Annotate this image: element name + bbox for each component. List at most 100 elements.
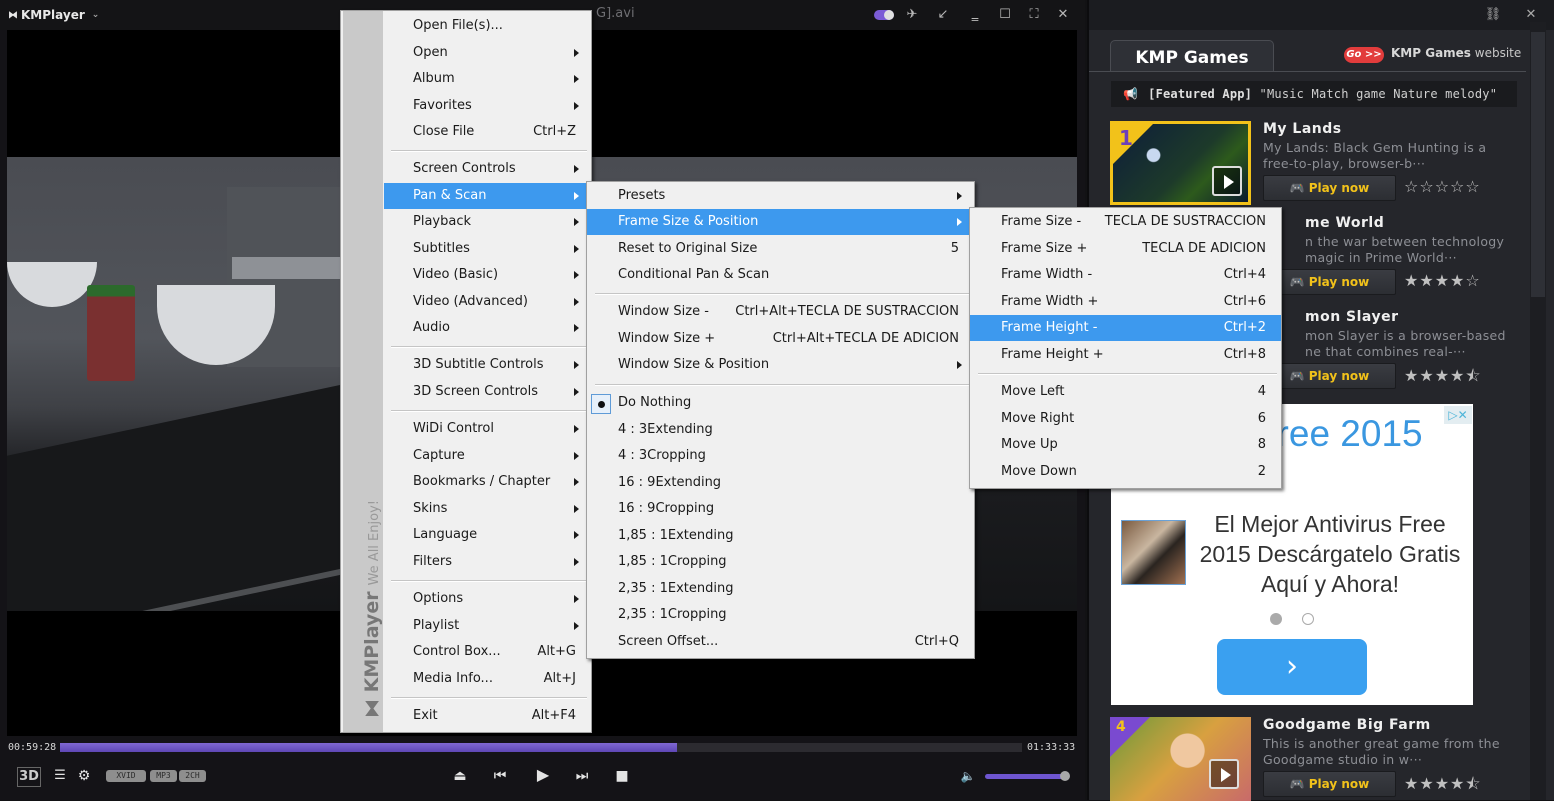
menu-item-widi-control[interactable]: WiDi Control — [341, 416, 591, 442]
menu-item-frame-height[interactable]: Frame Height - Ctrl+2 — [970, 315, 1281, 341]
star-rating: ★★★★☆ — [1404, 271, 1481, 290]
volume-knob[interactable] — [1060, 771, 1070, 781]
menu-item-presets[interactable]: Presets — [587, 183, 974, 209]
play-now-button[interactable]: 🎮 Play now — [1263, 269, 1396, 295]
games-website-link[interactable]: KMP Games website — [1391, 46, 1521, 60]
panel-scrollbar[interactable] — [1530, 22, 1546, 800]
menu-item-open-file-s[interactable]: Open File(s)... — [341, 13, 591, 39]
play-now-button[interactable]: 🎮 Play now — [1263, 175, 1396, 201]
menu-item-2-35-1extending[interactable]: 2,35 : 1Extending — [587, 576, 974, 602]
menu-item-frame-size[interactable]: Frame Size - TECLA DE SUSTRACCION — [970, 209, 1281, 235]
submenu-arrow-icon — [574, 244, 579, 253]
playlist-icon[interactable]: ☰ — [52, 767, 68, 785]
ad-dot-active[interactable] — [1270, 613, 1282, 625]
menu-item-playback[interactable]: Playback — [341, 209, 591, 235]
menu-item-pan-scan[interactable]: Pan & Scan — [384, 182, 591, 209]
fullscreen-icon[interactable]: ⛶ — [1025, 6, 1043, 24]
ad-choices-icon[interactable]: ▷✕ — [1444, 406, 1472, 424]
seek-bar[interactable] — [60, 743, 1022, 752]
menu-item-3d-subtitle-controls[interactable]: 3D Subtitle Controls — [341, 352, 591, 378]
menu-item-conditional-pan-scan[interactable]: Conditional Pan & Scan — [587, 262, 974, 288]
menu-item-window-size[interactable]: Window Size - Ctrl+Alt+TECLA DE SUSTRACCI… — [587, 299, 974, 325]
game-thumbnail[interactable]: 1 — [1110, 121, 1251, 205]
menu-item-control-box[interactable]: Control Box... Alt+G — [341, 639, 591, 665]
menu-item-skins[interactable]: Skins — [341, 496, 591, 522]
game-thumbnail[interactable]: 4 — [1110, 717, 1251, 801]
menu-item-frame-width[interactable]: Frame Width + Ctrl+6 — [970, 289, 1281, 315]
menu-item-move-up[interactable]: Move Up 8 — [970, 432, 1281, 458]
menu-item-1-85-1extending[interactable]: 1,85 : 1Extending — [587, 523, 974, 549]
menu-item-screen-controls[interactable]: Screen Controls — [341, 156, 591, 182]
pin-icon[interactable]: ✈ — [903, 6, 921, 24]
play-now-button[interactable]: 🎮 Play now — [1263, 771, 1396, 797]
volume-slider[interactable] — [985, 774, 1065, 779]
next-icon[interactable]: ⏭ — [573, 767, 591, 785]
link-icon[interactable]: ⛓ — [1484, 6, 1502, 24]
scroll-thumb[interactable] — [1531, 32, 1545, 297]
menu-item-move-down[interactable]: Move Down 2 — [970, 459, 1281, 485]
menu-item-open[interactable]: Open — [341, 40, 591, 66]
menu-item-frame-height[interactable]: Frame Height + Ctrl+8 — [970, 342, 1281, 368]
menu-item-exit[interactable]: Exit Alt+F4 — [341, 703, 591, 729]
maximize-icon[interactable]: ☐ — [996, 6, 1014, 24]
volume-icon[interactable]: 🔈 — [958, 767, 978, 785]
menu-item-frame-size-position[interactable]: Frame Size & Position — [587, 209, 974, 235]
toggle-switch[interactable] — [874, 10, 894, 20]
play-overlay-icon[interactable] — [1212, 166, 1242, 196]
go-badge[interactable]: Go >> — [1344, 47, 1384, 63]
eject-icon[interactable]: ⏏ — [451, 767, 469, 785]
menu-item-reset-to-original-size[interactable]: Reset to Original Size 5 — [587, 236, 974, 262]
menu-item-options[interactable]: Options — [341, 586, 591, 612]
menu-item-filters[interactable]: Filters — [341, 549, 591, 575]
menu-item-move-right[interactable]: Move Right 6 — [970, 406, 1281, 432]
settings-icon[interactable]: ⚙ — [76, 767, 92, 785]
game-name[interactable]: Goodgame Big Farm — [1263, 717, 1431, 733]
menu-item-do-nothing[interactable]: Do Nothing — [587, 390, 974, 416]
minimize-to-mini-icon[interactable]: ↙ — [934, 6, 952, 24]
menu-item-media-info[interactable]: Media Info... Alt+J — [341, 666, 591, 692]
menu-item-2-35-1cropping[interactable]: 2,35 : 1Cropping — [587, 602, 974, 628]
menu-item-bookmarks-chapter[interactable]: Bookmarks / Chapter — [341, 469, 591, 495]
menu-item-label: 4 : 3Cropping — [618, 448, 706, 463]
menu-item-16-9extending[interactable]: 16 : 9Extending — [587, 470, 974, 496]
menu-item-album[interactable]: Album — [341, 66, 591, 92]
menu-item-1-85-1cropping[interactable]: 1,85 : 1Cropping — [587, 549, 974, 575]
menu-item-playlist[interactable]: Playlist — [341, 613, 591, 639]
menu-item-window-size-position[interactable]: Window Size & Position — [587, 352, 974, 378]
close-icon[interactable]: ✕ — [1054, 6, 1072, 24]
stop-icon[interactable]: ■ — [613, 767, 631, 785]
play-icon[interactable]: ▶ — [533, 766, 553, 784]
game-name[interactable]: mon Slayer — [1305, 309, 1398, 325]
app-menu-button[interactable]: ⧓ KMPlayer ⌄ — [8, 8, 99, 22]
play-now-label: Play now — [1308, 777, 1370, 791]
minimize-icon[interactable]: ‗ — [966, 6, 984, 24]
menu-item-move-left[interactable]: Move Left 4 — [970, 379, 1281, 405]
menu-item-close-file[interactable]: Close File Ctrl+Z — [341, 119, 591, 145]
game-name[interactable]: My Lands — [1263, 121, 1342, 137]
menu-item-4-3cropping[interactable]: 4 : 3Cropping — [587, 443, 974, 469]
menu-item-window-size[interactable]: Window Size + Ctrl+Alt+TECLA DE ADICION — [587, 326, 974, 352]
3d-button[interactable]: 3D — [17, 767, 41, 787]
menu-item-capture[interactable]: Capture — [341, 443, 591, 469]
play-now-button[interactable]: 🎮 Play now — [1263, 363, 1396, 389]
menu-item-audio[interactable]: Audio — [341, 315, 591, 341]
menu-item-3d-screen-controls[interactable]: 3D Screen Controls — [341, 379, 591, 405]
file-title: G].avi — [596, 6, 635, 21]
menu-item-frame-size[interactable]: Frame Size + TECLA DE ADICION — [970, 236, 1281, 262]
menu-item-4-3extending[interactable]: 4 : 3Extending — [587, 417, 974, 443]
menu-item-language[interactable]: Language — [341, 522, 591, 548]
game-name[interactable]: me World — [1305, 215, 1384, 231]
menu-item-16-9cropping[interactable]: 16 : 9Cropping — [587, 496, 974, 522]
featured-app-bar[interactable]: 📢 [Featured App] "Music Match game Nature… — [1111, 81, 1517, 107]
ad-dot[interactable] — [1302, 613, 1314, 625]
kmp-games-tab[interactable]: KMP Games — [1110, 40, 1274, 72]
menu-item-frame-width[interactable]: Frame Width - Ctrl+4 — [970, 262, 1281, 288]
menu-item-video-basic[interactable]: Video (Basic) — [341, 262, 591, 288]
menu-item-screen-offset[interactable]: Screen Offset... Ctrl+Q — [587, 629, 974, 655]
ad-next-button[interactable]: › — [1217, 639, 1367, 695]
menu-item-video-advanced[interactable]: Video (Advanced) — [341, 289, 591, 315]
play-overlay-icon[interactable] — [1209, 759, 1239, 789]
menu-item-subtitles[interactable]: Subtitles — [341, 236, 591, 262]
previous-icon[interactable]: ⏮ — [491, 767, 509, 785]
menu-item-favorites[interactable]: Favorites — [341, 93, 591, 119]
